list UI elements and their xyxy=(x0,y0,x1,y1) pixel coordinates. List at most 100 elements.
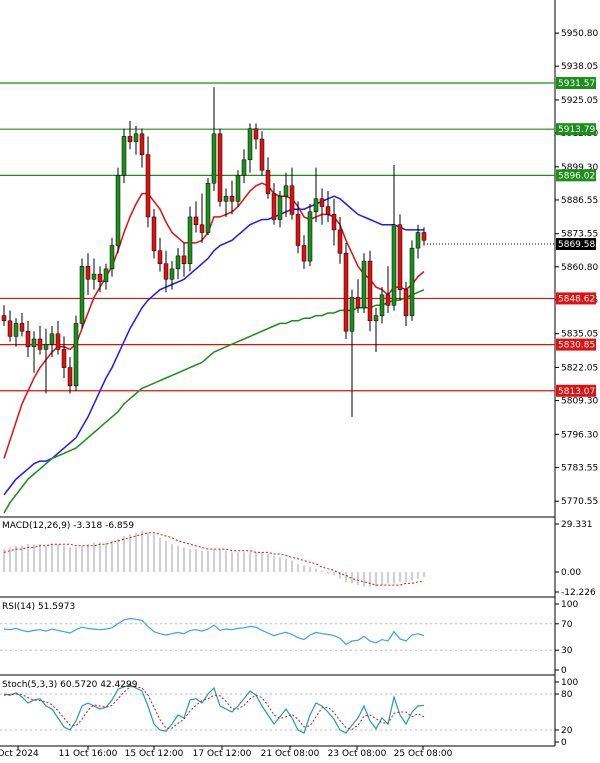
candle-body xyxy=(301,245,307,262)
macd-histogram-bar xyxy=(75,547,77,572)
macd-histogram-bar xyxy=(381,571,383,586)
macd-histogram-bar xyxy=(219,549,221,572)
macd-histogram-bar xyxy=(393,571,395,584)
macd-histogram-bar xyxy=(303,565,305,572)
macd-histogram-bar xyxy=(279,557,281,572)
candle xyxy=(271,183,277,225)
candle-body xyxy=(283,185,289,197)
price-tick-label: 5938.05 xyxy=(561,62,598,72)
candle xyxy=(205,177,211,236)
level-price-label: 5913.79 xyxy=(558,125,595,135)
macd-histogram-bar xyxy=(291,560,293,572)
candle-body xyxy=(421,232,427,241)
macd-histogram-bar xyxy=(21,545,23,572)
candle-body xyxy=(385,294,391,306)
candle-body xyxy=(163,263,169,280)
macd-histogram-bar xyxy=(15,545,17,572)
candle-body xyxy=(61,349,67,368)
macd-histogram-bar xyxy=(285,558,287,572)
candle-body xyxy=(355,297,361,309)
candle-body xyxy=(115,175,121,246)
price-tick-label: 5796.30 xyxy=(561,430,598,440)
time-tick-label: 25 Oct 08:00 xyxy=(394,749,453,758)
macd-histogram-bar xyxy=(243,552,245,572)
candle-body xyxy=(289,185,295,215)
candle xyxy=(79,258,85,329)
candle-body xyxy=(181,255,187,264)
macd-histogram-bar xyxy=(117,539,119,572)
candle xyxy=(121,128,127,184)
macd-histogram-bar xyxy=(87,544,89,572)
candle xyxy=(1,305,7,327)
candle-body xyxy=(265,169,271,194)
candle xyxy=(67,357,73,394)
macd-histogram-bar xyxy=(213,549,215,572)
stoch-d-line xyxy=(3,686,425,730)
macd-panel: 29.331 0.00 -12.226 xyxy=(3,520,596,598)
time-axis-ticks: Oct 2024 11 Oct 16:00 15 Oct 12:00 17 Oct 1… xyxy=(0,746,453,759)
macd-histogram-bar xyxy=(141,531,143,572)
macd-histogram-bar xyxy=(309,567,311,572)
candle-body xyxy=(397,224,403,290)
candle xyxy=(211,87,217,191)
candle-body xyxy=(139,133,145,155)
candle xyxy=(259,131,265,176)
candle xyxy=(367,250,373,332)
macd-histogram-bar xyxy=(165,540,167,572)
candle-body xyxy=(37,338,43,350)
price-axis-ticks: 5950.805938.055925.055912.305899.305886.… xyxy=(555,29,598,507)
candle-body xyxy=(169,268,175,280)
candle xyxy=(61,336,67,378)
candle-body xyxy=(7,320,13,337)
macd-histogram-bar xyxy=(105,542,107,572)
candle-body xyxy=(223,195,229,202)
candle xyxy=(331,198,337,246)
candle-body xyxy=(13,323,19,337)
candle xyxy=(13,318,19,347)
candle-body xyxy=(235,175,241,202)
candle-body xyxy=(103,268,109,283)
candle xyxy=(229,180,235,215)
price-tick-label: 5886.55 xyxy=(561,196,598,206)
candle-body xyxy=(295,214,301,246)
macd-histogram-bar xyxy=(201,550,203,572)
candle-body xyxy=(199,224,205,233)
macd-histogram-bar xyxy=(417,571,419,579)
moving-average-line xyxy=(3,289,425,514)
candle xyxy=(25,320,31,358)
macd-histogram-bar xyxy=(423,571,425,577)
candle xyxy=(217,128,223,207)
candle-body xyxy=(145,154,151,218)
candle xyxy=(127,120,133,150)
candle-body xyxy=(91,273,97,280)
macd-histogram-bar xyxy=(153,534,155,572)
price-tick-label: 5783.55 xyxy=(561,463,598,473)
macd-histogram-bar xyxy=(195,549,197,572)
candle-body xyxy=(121,136,127,176)
rsi-tick-label: 30 xyxy=(561,646,573,656)
rsi-tick-label: 100 xyxy=(561,600,578,610)
macd-histogram-bar xyxy=(399,571,401,582)
price-tick-label: 5860.80 xyxy=(561,263,598,273)
macd-histogram-bar xyxy=(261,552,263,572)
macd-histogram-bar xyxy=(327,571,329,574)
macd-histogram-bar xyxy=(375,571,377,587)
candle xyxy=(379,287,385,324)
macd-histogram-bar xyxy=(255,552,257,572)
candle-body xyxy=(337,229,343,254)
candle-body xyxy=(253,128,259,140)
candle-body xyxy=(277,195,283,220)
candle-body xyxy=(211,133,217,184)
macd-histogram-bar xyxy=(33,544,35,572)
macd-histogram-bar xyxy=(411,571,413,581)
candle-body xyxy=(109,245,115,270)
candle xyxy=(223,188,229,217)
candle xyxy=(151,209,157,259)
macd-histogram-bar xyxy=(183,547,185,572)
rsi-panel: 100 70 30 0 xyxy=(0,600,578,676)
macd-histogram-bar xyxy=(45,545,47,572)
candlesticks xyxy=(1,87,427,417)
candle-body xyxy=(343,253,349,332)
candle xyxy=(343,242,349,340)
candle xyxy=(31,331,37,373)
